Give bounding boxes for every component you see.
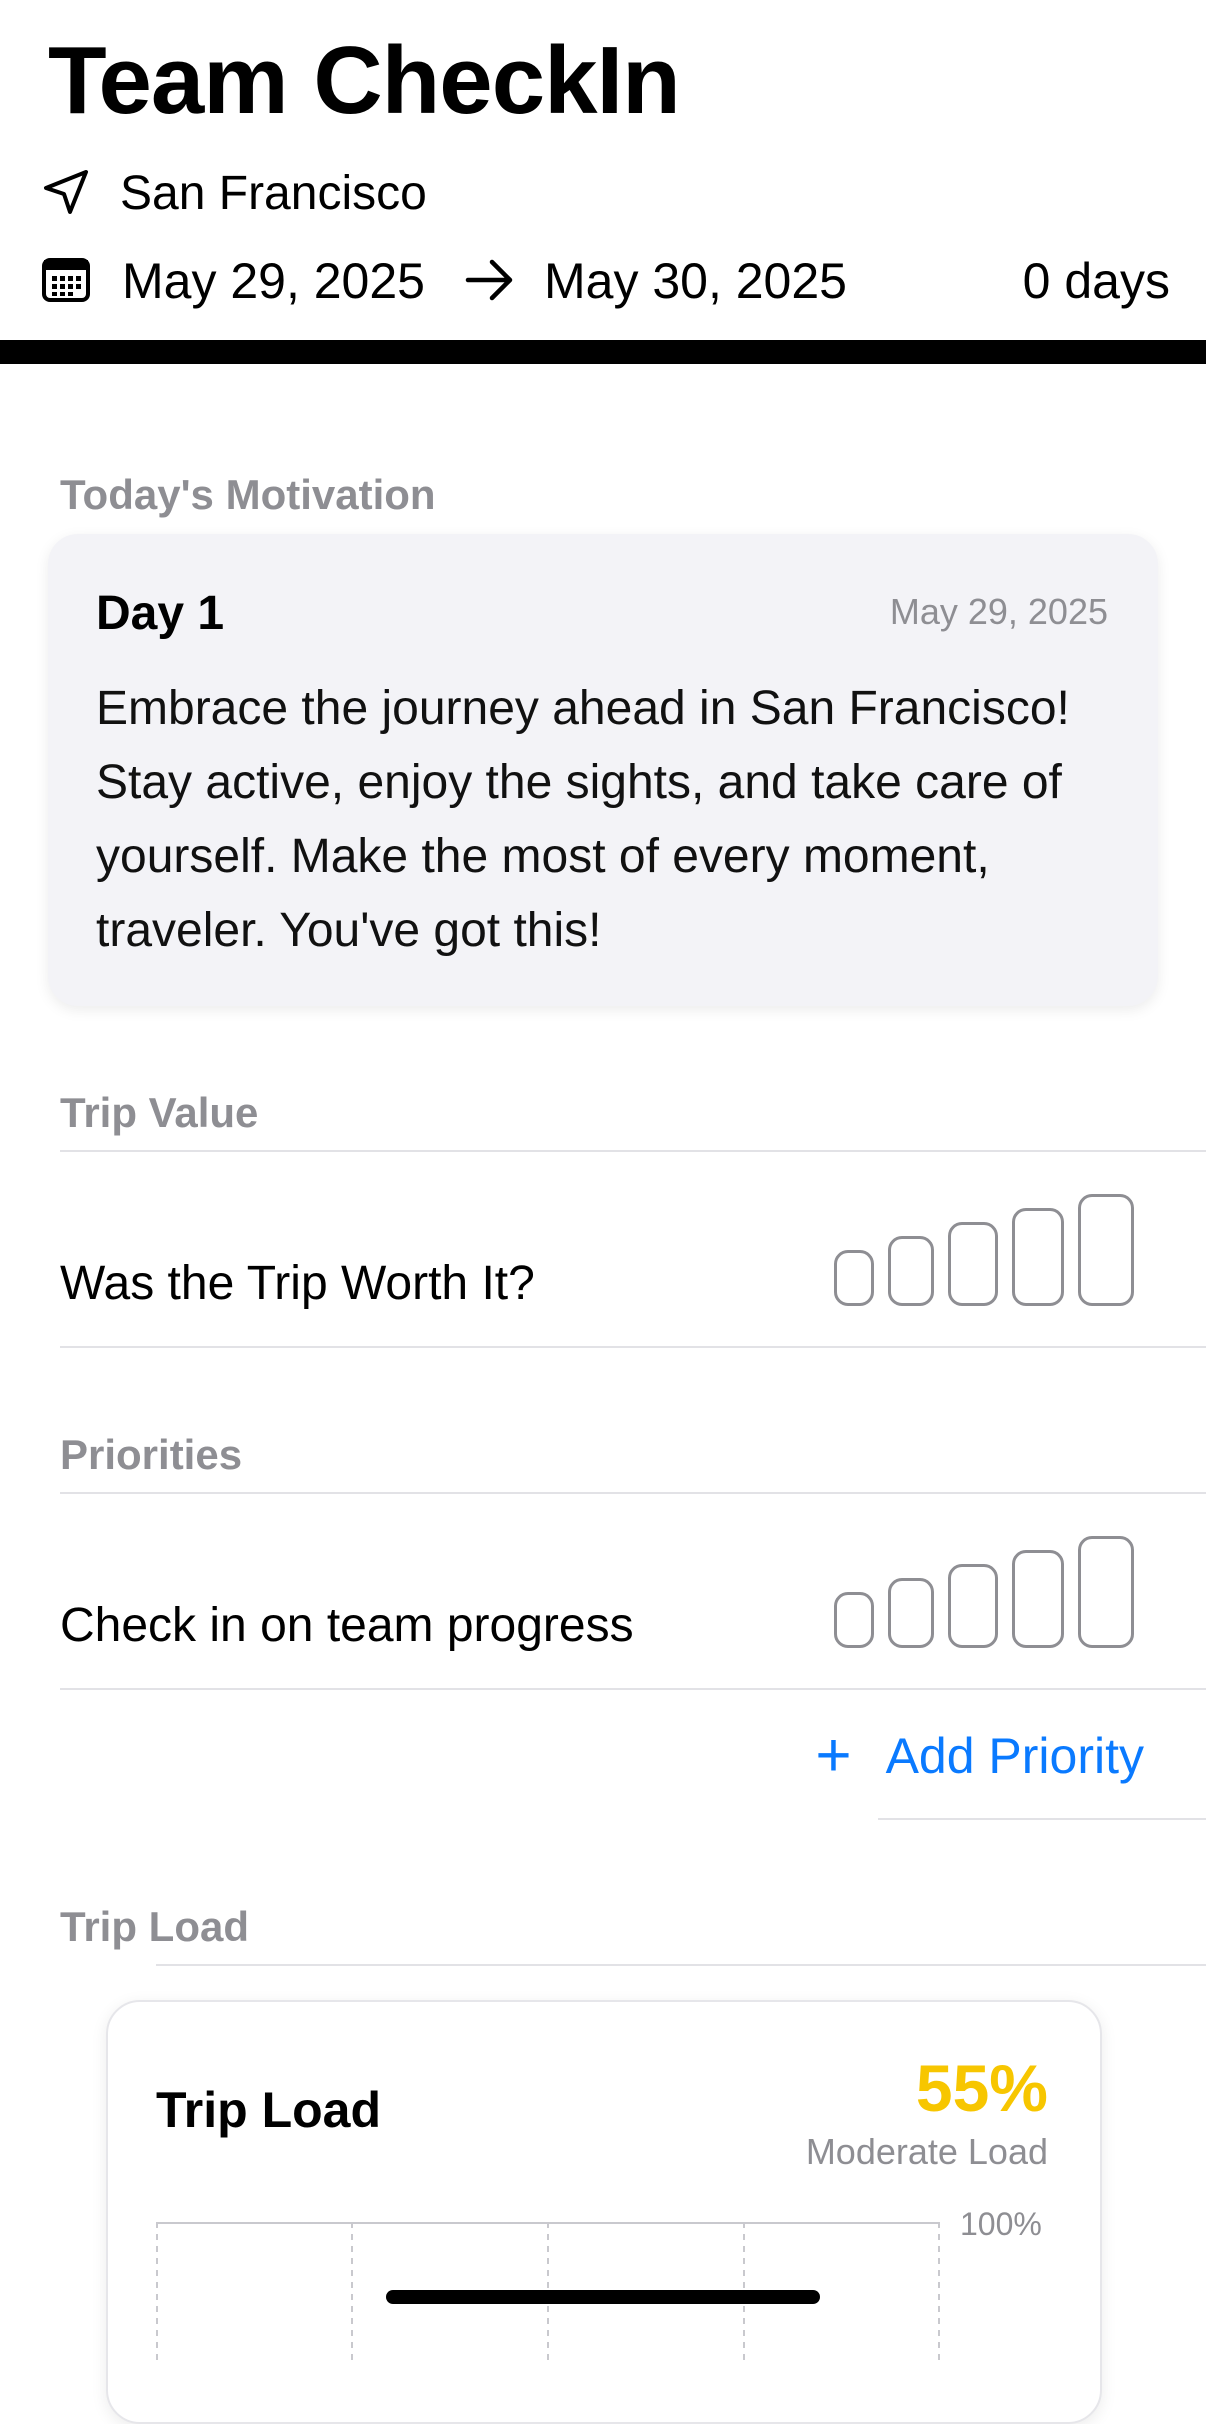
- divider: [878, 1818, 1206, 1820]
- rating-bar-4[interactable]: [1012, 1550, 1064, 1648]
- location-arrow-icon: [40, 166, 92, 218]
- divider: [60, 1492, 1206, 1494]
- page-title: Team CheckIn: [48, 27, 681, 134]
- rating-bar-5[interactable]: [1078, 1536, 1134, 1648]
- add-priority-label: Add Priority: [885, 1728, 1144, 1784]
- add-priority-button[interactable]: + Add Priority: [815, 1724, 1144, 1788]
- section-label-motivation: Today's Motivation: [60, 471, 436, 518]
- trip-worth-rating[interactable]: [834, 1194, 1138, 1306]
- priority-rating[interactable]: [834, 1536, 1138, 1648]
- rating-bar-5[interactable]: [1078, 1194, 1134, 1306]
- rating-bar-1[interactable]: [834, 1592, 874, 1648]
- chart-axis-max-label: 100%: [960, 2206, 1042, 2242]
- rating-bar-3[interactable]: [948, 1564, 998, 1648]
- rating-bar-2[interactable]: [888, 1578, 934, 1648]
- rating-bar-3[interactable]: [948, 1222, 998, 1306]
- location-label: San Francisco: [120, 167, 427, 220]
- end-date: May 30, 2025: [544, 253, 847, 309]
- section-label-priorities: Priorities: [60, 1431, 243, 1478]
- trip-load-level: Moderate Load: [805, 2131, 1048, 2172]
- header-divider: [0, 340, 1206, 364]
- divider: [60, 1150, 1206, 1152]
- motivation-text: Embrace the journey ahead in San Francis…: [96, 682, 1070, 957]
- rating-bar-2[interactable]: [888, 1236, 934, 1306]
- divider: [60, 1688, 1206, 1690]
- section-label-trip-load: Trip Load: [60, 1903, 249, 1950]
- trip-worth-question: Was the Trip Worth It?: [60, 1257, 535, 1310]
- home-indicator[interactable]: [386, 2290, 820, 2304]
- start-date: May 29, 2025: [122, 253, 425, 309]
- arrow-right-icon: [462, 254, 518, 306]
- rating-bar-4[interactable]: [1012, 1208, 1064, 1306]
- trip-load-title: Trip Load: [156, 2082, 381, 2138]
- divider: [156, 1964, 1206, 1966]
- trip-duration: 0 days: [1022, 253, 1170, 309]
- rating-bar-1[interactable]: [834, 1250, 874, 1306]
- motivation-day: Day 1: [96, 587, 225, 640]
- motivation-date: May 29, 2025: [889, 591, 1108, 632]
- divider: [60, 1346, 1206, 1348]
- trip-load-percent: 55%: [915, 2051, 1048, 2125]
- section-label-trip-value: Trip Value: [60, 1089, 259, 1136]
- calendar-icon: [40, 254, 92, 306]
- plus-icon: +: [815, 1721, 852, 1790]
- priority-item-label: Check in on team progress: [60, 1599, 634, 1652]
